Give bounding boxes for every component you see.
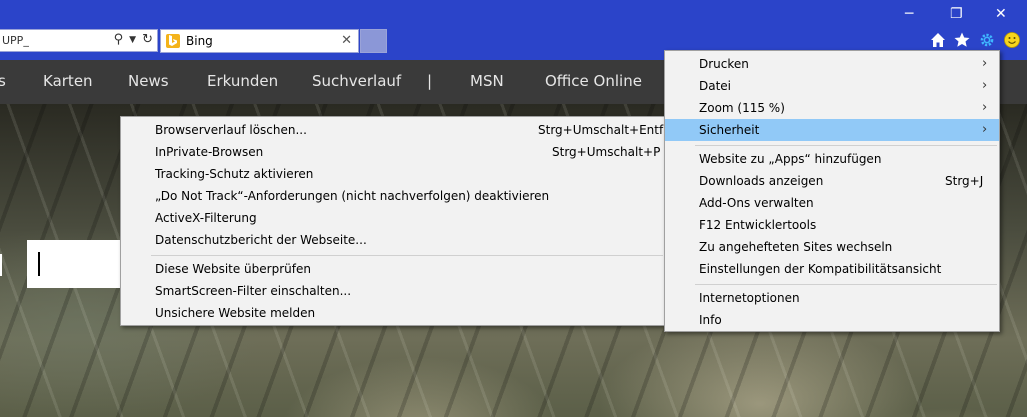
smiley-feedback-icon[interactable] xyxy=(1003,31,1021,49)
menu-item-sicherheit[interactable]: Sicherheit › xyxy=(665,119,999,141)
menu-item-unsichere-website-melden[interactable]: Unsichere Website melden xyxy=(121,302,665,324)
menu-separator xyxy=(151,255,663,256)
home-icon[interactable] xyxy=(929,31,947,49)
menu-item-website-ueberpruefen[interactable]: Diese Website überprüfen xyxy=(121,258,665,280)
menu-item-website-zu-apps[interactable]: Website zu „Apps“ hinzufügen xyxy=(665,148,999,170)
tab-title: Bing xyxy=(186,34,213,48)
new-tab-button[interactable] xyxy=(360,29,387,53)
nav-item-partial[interactable]: s xyxy=(0,72,6,90)
refresh-icon[interactable]: ↻ xyxy=(142,32,153,47)
menu-item-f12-entwicklertools[interactable]: F12 Entwicklertools xyxy=(665,214,999,236)
security-submenu: Browserverlauf löschen... Strg+Umschalt+… xyxy=(120,116,666,326)
bing-favicon-icon xyxy=(166,34,180,48)
menu-item-smartscreen-filter[interactable]: SmartScreen-Filter einschalten... xyxy=(121,280,665,302)
nav-item-news[interactable]: News xyxy=(128,72,169,90)
menu-item-addons-verwalten[interactable]: Add-Ons verwalten xyxy=(665,192,999,214)
menu-item-do-not-track[interactable]: „Do Not Track“-Anforderungen (nicht nach… xyxy=(121,185,665,207)
menu-item-tracking-schutz[interactable]: Tracking-Schutz aktivieren xyxy=(121,163,665,185)
chevron-right-icon: › xyxy=(982,78,988,93)
menu-item-drucken[interactable]: Drucken › xyxy=(665,53,999,75)
text-caret xyxy=(38,252,40,276)
restore-icon[interactable]: ❐ xyxy=(950,6,963,22)
nav-item-erkunden[interactable]: Erkunden xyxy=(207,72,278,90)
menu-item-angeheftete-sites[interactable]: Zu angehefteten Sites wechseln xyxy=(665,236,999,258)
dropdown-arrow-icon[interactable]: ▼ xyxy=(129,35,136,45)
nav-item-karten[interactable]: Karten xyxy=(43,72,93,90)
tab-close-icon[interactable]: ✕ xyxy=(341,33,352,48)
menu-item-internetoptionen[interactable]: Internetoptionen xyxy=(665,287,999,309)
nav-item-office-online[interactable]: Office Online xyxy=(545,72,642,90)
menu-item-zoom[interactable]: Zoom (115 %) › xyxy=(665,97,999,119)
chevron-right-icon: › xyxy=(982,56,988,71)
menu-item-kompatibilitaetsansicht[interactable]: Einstellungen der Kompatibilitätsansicht xyxy=(665,258,999,280)
left-edge-element xyxy=(0,254,2,276)
chevron-right-icon: › xyxy=(982,122,988,137)
search-icon[interactable]: ⚲ xyxy=(114,32,124,47)
menu-item-activex-filterung[interactable]: ActiveX-Filterung xyxy=(121,207,665,229)
tools-menu: Drucken › Datei › Zoom (115 %) › Sicherh… xyxy=(664,50,1000,332)
nav-item-msn[interactable]: MSN xyxy=(470,72,504,90)
address-text: UPP_ xyxy=(2,34,29,47)
menu-separator xyxy=(695,145,997,146)
menu-item-datei[interactable]: Datei › xyxy=(665,75,999,97)
menu-item-browserverlauf-loeschen[interactable]: Browserverlauf löschen... Strg+Umschalt+… xyxy=(121,119,665,141)
tab-bing[interactable]: Bing ✕ xyxy=(160,29,359,53)
menu-item-datenschutzbericht[interactable]: Datenschutzbericht der Webseite... xyxy=(121,229,665,251)
minimize-icon[interactable]: ─ xyxy=(905,6,913,22)
nav-divider: | xyxy=(427,72,433,90)
menu-item-downloads-anzeigen[interactable]: Downloads anzeigen Strg+J xyxy=(665,170,999,192)
nav-item-suchverlauf[interactable]: Suchverlauf xyxy=(312,72,401,90)
address-bar[interactable]: UPP_ ⚲ ▼ ↻ xyxy=(0,29,158,52)
menu-item-inprivate-browsen[interactable]: InPrivate-Browsen Strg+Umschalt+P xyxy=(121,141,665,163)
menu-item-info[interactable]: Info xyxy=(665,309,999,331)
close-window-icon[interactable]: ✕ xyxy=(995,6,1007,22)
menu-separator xyxy=(695,284,997,285)
favorites-star-icon[interactable] xyxy=(953,31,971,49)
gear-icon[interactable] xyxy=(978,31,996,49)
chevron-right-icon: › xyxy=(982,100,988,115)
